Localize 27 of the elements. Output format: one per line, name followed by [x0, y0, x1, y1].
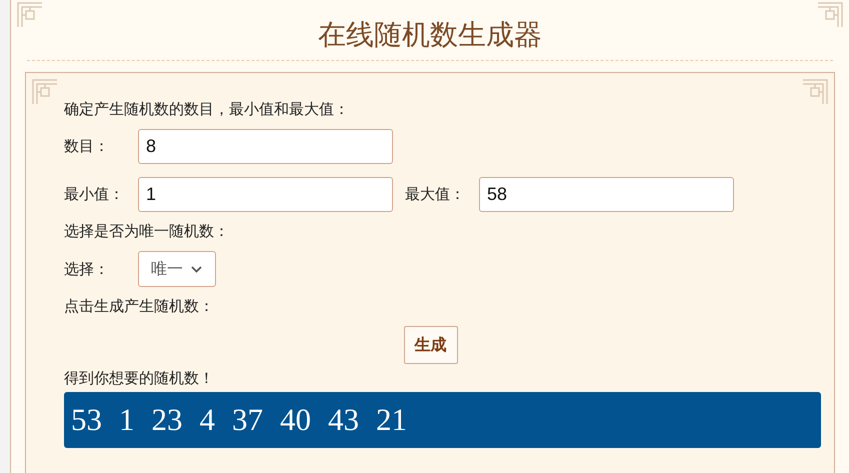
min-field[interactable]: 1: [138, 177, 393, 212]
unique-dropdown[interactable]: 唯一: [138, 251, 216, 287]
field-label: 数目：: [64, 137, 110, 156]
max-field[interactable]: 58: [479, 177, 734, 212]
corner-ornament-icon: [802, 79, 828, 105]
result-number: 40: [280, 402, 311, 438]
page-title: 在线随机数生成器: [318, 18, 542, 51]
result-number: 21: [376, 402, 407, 438]
result-number: 4: [200, 402, 215, 438]
result-number: 43: [328, 402, 359, 438]
count-field[interactable]: 8: [138, 129, 393, 164]
result-number: 53: [71, 402, 102, 438]
field-label: 最小值：: [64, 185, 125, 204]
corner-ornament-icon: [17, 2, 43, 28]
generate-button[interactable]: 生成: [404, 326, 458, 364]
corner-ornament-icon: [817, 2, 843, 28]
field-label: 选择：: [64, 260, 110, 278]
instruction-text: 确定产生随机数的数目，最小值和最大值：: [64, 100, 349, 118]
result-number: 1: [119, 402, 134, 438]
result-number: 23: [152, 402, 182, 438]
instruction-text: 选择是否为唯一随机数：: [64, 222, 229, 240]
corner-ornament-icon: [32, 79, 58, 105]
chevron-down-icon: [191, 266, 202, 272]
field-label: 最大值：: [405, 185, 466, 204]
instruction-text: 得到你想要的随机数！: [64, 369, 214, 387]
instruction-text: 点击生成产生随机数：: [64, 297, 214, 315]
result-number: 37: [232, 402, 263, 438]
